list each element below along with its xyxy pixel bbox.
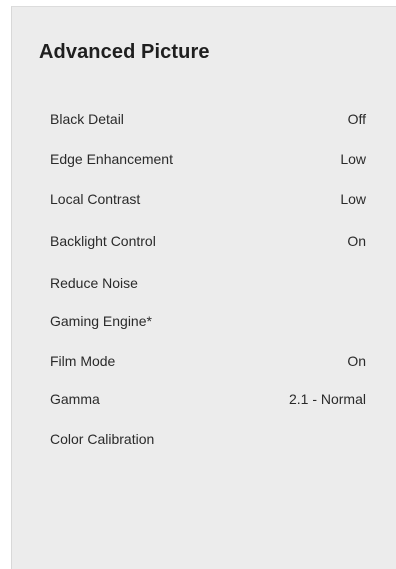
- menu-item-film-mode[interactable]: Film Mode On: [50, 349, 366, 373]
- menu-item-label: Backlight Control: [50, 233, 156, 249]
- menu-item-label: Color Calibration: [50, 431, 155, 447]
- menu-item-value: Off: [347, 111, 366, 127]
- menu-item-label: Gamma: [50, 391, 100, 407]
- menu-item-label: Reduce Noise: [50, 275, 138, 291]
- menu-item-label: Black Detail: [50, 111, 124, 127]
- menu-item-label: Edge Enhancement: [50, 151, 173, 167]
- menu-item-value: 2.1 - Normal: [288, 391, 366, 407]
- advanced-picture-panel: Advanced Picture Black Detail Off Edge E…: [11, 6, 396, 569]
- menu-item-gamma[interactable]: Gamma 2.1 - Normal: [50, 387, 366, 411]
- panel-title: Advanced Picture: [39, 41, 210, 63]
- menu-item-value: On: [347, 233, 366, 249]
- menu-item-label: Local Contrast: [50, 191, 141, 207]
- menu-item-value: Low: [340, 191, 366, 207]
- menu-item-gaming-engine[interactable]: Gaming Engine*: [50, 309, 366, 333]
- menu-item-label: Film Mode: [50, 353, 116, 369]
- menu-item-color-calibration[interactable]: Color Calibration: [50, 427, 366, 451]
- menu-item-label: Gaming Engine*: [50, 313, 152, 329]
- menu-item-local-contrast[interactable]: Local Contrast Low: [50, 187, 366, 211]
- menu-item-black-detail[interactable]: Black Detail Off: [50, 107, 366, 131]
- menu-item-reduce-noise[interactable]: Reduce Noise: [50, 271, 366, 295]
- menu-item-value: Low: [340, 151, 366, 167]
- menu-item-backlight-control[interactable]: Backlight Control On: [50, 229, 366, 253]
- menu-item-value: On: [347, 353, 366, 369]
- menu-item-edge-enhancement[interactable]: Edge Enhancement Low: [50, 147, 366, 171]
